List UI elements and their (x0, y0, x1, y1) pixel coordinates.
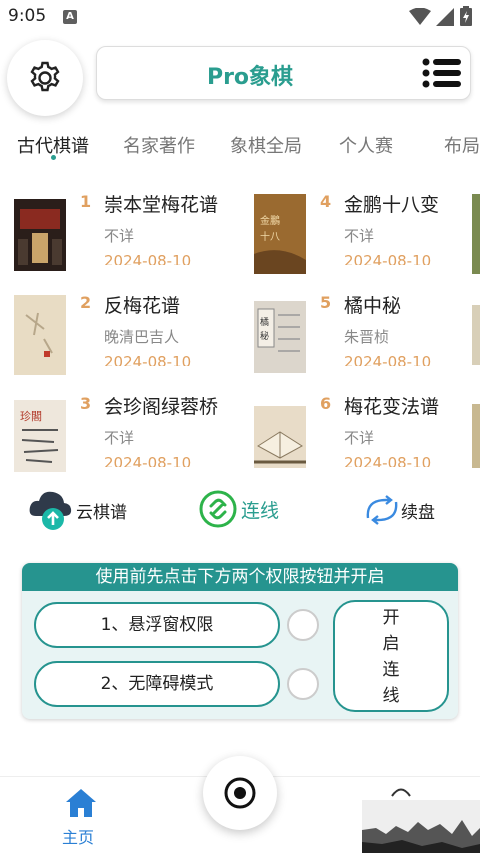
start-button-char: 连 (382, 660, 400, 680)
book-date: 2024-08-10 (344, 454, 432, 467)
tab-masters[interactable]: 名家著作 (123, 132, 195, 158)
book-number: 5 (320, 293, 332, 312)
connect-button[interactable]: 连线 (199, 486, 299, 532)
nav-secondary-icon[interactable] (390, 787, 412, 797)
book-title: 橘中秘 (344, 295, 402, 317)
book-card[interactable]: 金鵬十八 4 金鹏十八变 不详 2024-08-10 (240, 192, 480, 288)
book-number: 2 (80, 293, 92, 312)
book-cover-image (254, 406, 306, 468)
wifi-icon (409, 8, 431, 25)
svg-text:金鵬: 金鵬 (260, 214, 280, 227)
battery-icon (460, 6, 472, 26)
book-cover-image[interactable] (472, 305, 480, 365)
connect-label: 连线 (241, 500, 280, 522)
resume-arrows-icon (366, 495, 398, 525)
book-title: 梅花变法谱 (344, 396, 440, 418)
book-card[interactable]: 6 梅花变法谱 不详 2024-08-10 (240, 394, 480, 490)
floating-preview-thumbnail[interactable] (362, 800, 480, 853)
book-card[interactable]: 橘秘 5 橘中秘 朱晋桢 2024-08-10 (240, 293, 480, 389)
book-date: 2024-08-10 (344, 353, 432, 366)
book-date: 2024-08-10 (104, 252, 192, 265)
book-author: 不详 (344, 227, 375, 245)
start-button-char: 启 (382, 634, 400, 654)
permission-instructions: 使用前先点击下方两个权限按钮并开启 (22, 563, 458, 591)
book-card[interactable]: 珍閣 3 会珍阁绿蓉桥 不详 2024-08-10 (0, 394, 240, 490)
tab-individual[interactable]: 个人赛 (339, 132, 393, 158)
book-number: 3 (80, 394, 92, 413)
book-cover-image[interactable] (472, 404, 480, 468)
start-button-char: 开 (382, 608, 400, 628)
signal-icon (436, 8, 454, 26)
float-window-permission-button[interactable]: 1、悬浮窗权限 (34, 602, 280, 648)
nav-home-label: 主页 (62, 828, 95, 847)
accessibility-status-indicator[interactable] (287, 668, 319, 700)
start-button-char: 线 (382, 686, 400, 706)
book-cover-image: 橘秘 (254, 301, 306, 373)
status-notification-icon: A (63, 10, 77, 24)
book-author: 不详 (104, 227, 135, 245)
book-author: 不详 (104, 429, 135, 447)
resume-button[interactable]: 续盘 (364, 486, 460, 532)
link-icon (199, 490, 237, 528)
title-bar: Pro象棋 (96, 46, 471, 100)
book-title: 反梅花谱 (104, 295, 181, 317)
settings-button[interactable] (7, 40, 83, 116)
book-title: 崇本堂梅花谱 (104, 194, 219, 216)
target-icon (224, 777, 256, 809)
book-author: 朱晋桢 (344, 328, 390, 346)
book-cover-image[interactable] (472, 194, 480, 274)
book-date: 2024-08-10 (344, 252, 432, 265)
nav-home[interactable]: 主页 (40, 777, 120, 853)
list-icon[interactable] (422, 57, 462, 89)
status-bar: 9:05 A (0, 0, 480, 34)
book-date: 2024-08-10 (104, 454, 192, 467)
book-card[interactable]: 2 反梅花谱 晚清巴吉人 2024-08-10 (0, 293, 240, 389)
book-number: 6 (320, 394, 332, 413)
book-cover-image (14, 295, 66, 375)
resume-label: 续盘 (401, 503, 435, 523)
start-connect-button[interactable]: 开 启 连 线 (333, 600, 449, 712)
book-cover-image (14, 199, 66, 271)
tab-opening[interactable]: 布局 (444, 132, 480, 158)
cloud-upload-icon (29, 491, 72, 530)
book-cover-image: 珍閣 (14, 400, 66, 472)
svg-text:橘: 橘 (260, 317, 269, 328)
float-window-status-indicator[interactable] (287, 609, 319, 641)
book-date: 2024-08-10 (104, 353, 192, 366)
accessibility-mode-button[interactable]: 2、无障碍模式 (34, 661, 280, 707)
status-time: 9:05 (8, 6, 47, 26)
book-number: 1 (80, 192, 92, 211)
book-title: 会珍阁绿蓉桥 (104, 396, 219, 418)
permission-panel: 使用前先点击下方两个权限按钮并开启 1、悬浮窗权限 2、无障碍模式 开 启 连 … (22, 563, 458, 719)
category-tabs: 古代棋谱 名家著作 象棋全局 个人赛 布局 (0, 126, 480, 166)
book-number: 4 (320, 192, 332, 211)
home-icon (66, 789, 96, 817)
book-author: 晚清巴吉人 (104, 328, 180, 346)
book-author: 不详 (344, 429, 375, 447)
active-tab-indicator (51, 155, 56, 160)
book-card[interactable]: 1 崇本堂梅花谱 不详 2024-08-10 (0, 192, 240, 288)
cloud-manual-label: 云棋谱 (76, 503, 127, 523)
svg-text:十八: 十八 (260, 230, 280, 243)
cloud-manual-button[interactable]: 云棋谱 (28, 486, 138, 532)
svg-text:珍閣: 珍閣 (20, 410, 42, 423)
center-target-button[interactable] (203, 756, 277, 830)
book-title: 金鹏十八变 (344, 194, 440, 216)
svg-text:秘: 秘 (260, 330, 269, 342)
book-cover-image: 金鵬十八 (254, 194, 306, 274)
app-title: Pro象棋 (206, 65, 294, 90)
gear-icon (30, 61, 60, 92)
tab-full-games[interactable]: 象棋全局 (230, 132, 302, 158)
